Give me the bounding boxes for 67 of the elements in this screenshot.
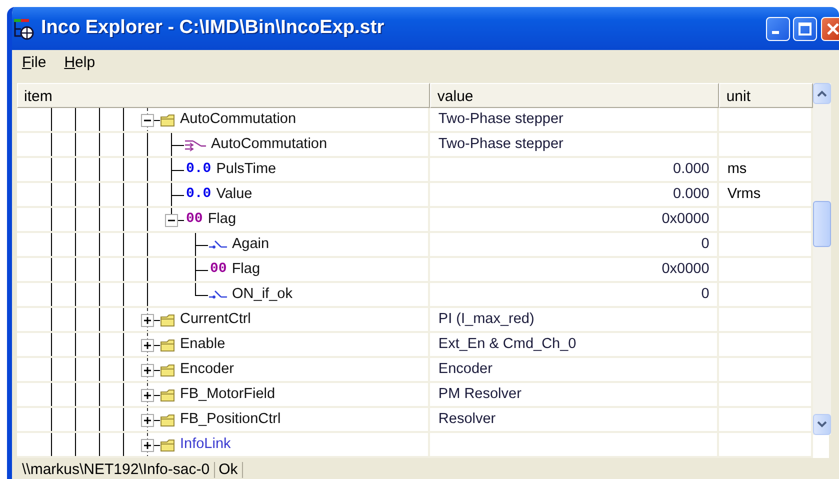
value-text: Resolver bbox=[438, 410, 496, 429]
unit-text: Vrms bbox=[727, 184, 761, 204]
expand-icon[interactable] bbox=[141, 389, 154, 402]
column-header[interactable]: unit bbox=[719, 83, 813, 108]
item-label: Flag bbox=[208, 210, 236, 229]
type-prefix: 0.0 bbox=[186, 185, 212, 204]
value-text: Two-Phase stepper bbox=[438, 134, 564, 154]
item-label: AutoCommutation bbox=[180, 110, 296, 129]
scroll-up-button[interactable] bbox=[813, 83, 831, 104]
expand-icon[interactable] bbox=[141, 439, 154, 452]
folder-icon bbox=[160, 386, 176, 402]
expand-icon[interactable] bbox=[141, 414, 154, 427]
value-text: Encoder bbox=[438, 360, 492, 379]
item-label: FB_PositionCtrl bbox=[180, 410, 281, 429]
folder-icon bbox=[160, 112, 176, 128]
item-label: Flag bbox=[232, 260, 260, 279]
type-prefix: 00 bbox=[186, 210, 203, 229]
status-text: \\markus\NET192\Info-sac-0 bbox=[18, 462, 215, 478]
item-label: PulsTime bbox=[216, 160, 276, 179]
item-label: Encoder bbox=[180, 360, 234, 379]
expand-icon[interactable] bbox=[141, 364, 154, 377]
folder-icon bbox=[160, 412, 176, 428]
folder-icon bbox=[160, 336, 176, 352]
close-button[interactable] bbox=[821, 16, 839, 40]
maximize-button[interactable] bbox=[793, 16, 818, 40]
item-label: AutoCommutation bbox=[211, 134, 328, 154]
value-text: PI (I_max_red) bbox=[438, 310, 534, 329]
value-text: 0 bbox=[701, 234, 710, 254]
unit-text: ms bbox=[727, 160, 747, 179]
item-label: CurrentCtrl bbox=[180, 310, 251, 329]
folder-icon bbox=[160, 312, 176, 328]
value-text: 0.000 bbox=[673, 160, 710, 179]
folder-icon bbox=[160, 436, 176, 452]
type-prefix: 0.0 bbox=[186, 160, 212, 179]
column-header[interactable]: item bbox=[17, 83, 430, 108]
item-label: Value bbox=[216, 184, 252, 204]
value-text: 0x0000 bbox=[662, 210, 710, 229]
app-icon bbox=[13, 18, 35, 40]
maximize-icon bbox=[798, 22, 812, 36]
folder-icon bbox=[160, 362, 176, 378]
item-label: InfoLink bbox=[180, 434, 231, 454]
expand-icon[interactable] bbox=[141, 339, 154, 352]
item-label: Again bbox=[232, 234, 270, 254]
expand-icon[interactable] bbox=[141, 314, 154, 327]
item-label: Enable bbox=[180, 334, 226, 354]
value-text: Two-Phase stepper bbox=[438, 110, 564, 129]
value-text: Ext_En & Cmd_Ch_0 bbox=[438, 334, 576, 354]
minimize-icon bbox=[772, 31, 779, 34]
scroll-thumb[interactable] bbox=[813, 201, 831, 247]
column-header[interactable]: value bbox=[430, 83, 720, 108]
window-title: Inco Explorer - C:\IMD\Bin\IncoExp.str bbox=[41, 16, 384, 40]
menu-item[interactable]: Help bbox=[62, 52, 98, 74]
item-label: FB_MotorField bbox=[180, 384, 276, 404]
value-text: 0 bbox=[701, 284, 710, 304]
scrollbar[interactable] bbox=[813, 83, 831, 435]
value-text: PM Resolver bbox=[438, 384, 522, 404]
minimize-button[interactable] bbox=[766, 16, 790, 40]
menu-item[interactable]: File bbox=[20, 52, 48, 74]
value-text: 0x0000 bbox=[662, 260, 710, 279]
type-prefix: 00 bbox=[210, 260, 227, 279]
collapse-icon[interactable] bbox=[141, 114, 154, 127]
collapse-icon[interactable] bbox=[165, 214, 178, 227]
value-text: 0.000 bbox=[673, 184, 710, 204]
item-label: ON_if_ok bbox=[232, 284, 292, 304]
scroll-down-button[interactable] bbox=[813, 414, 831, 435]
close-icon bbox=[826, 22, 839, 36]
status-text: Ok bbox=[214, 462, 243, 478]
